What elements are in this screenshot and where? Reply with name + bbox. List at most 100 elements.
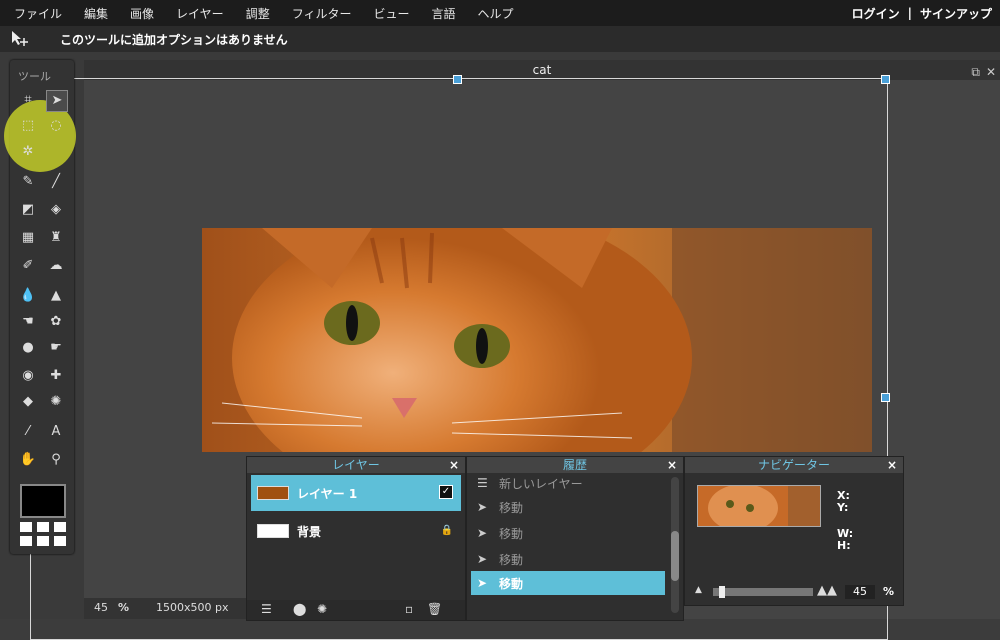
- smudge-icon[interactable]: ☚: [18, 312, 38, 332]
- trash-icon[interactable]: 🗑: [427, 602, 442, 616]
- hand-icon[interactable]: ✋: [18, 450, 38, 470]
- navigator-panel-title: ナビゲーター: [757, 458, 830, 472]
- color-replace-icon[interactable]: ✐: [18, 256, 38, 276]
- menu-image[interactable]: 画像: [130, 5, 154, 22]
- canvas-image[interactable]: [202, 228, 872, 452]
- menu-separator: |: [907, 6, 912, 20]
- history-panel: 履歴 × ☰ 新しいレイヤー ➤ 移動 ➤ 移動 ➤ 移動 ➤ 移動: [466, 456, 684, 621]
- layer-name: レイヤー 1: [297, 486, 358, 501]
- move-history-icon: ➤: [477, 526, 488, 540]
- layer-row-1[interactable]: レイヤー 1 ✓: [251, 475, 461, 511]
- history-item-move[interactable]: ➤ 移動: [471, 521, 665, 545]
- zoom-out-icon[interactable]: ▲: [695, 585, 702, 595]
- nav-h-label: H:: [837, 539, 851, 552]
- menu-edit[interactable]: 編集: [84, 5, 108, 22]
- text-icon[interactable]: A: [46, 422, 66, 442]
- sharpen-icon[interactable]: ▲: [46, 286, 66, 306]
- layer-thumbnail: [257, 524, 289, 538]
- history-item-move-selected[interactable]: ➤ 移動: [471, 571, 665, 595]
- new-layer-icon[interactable]: ▫: [405, 602, 413, 616]
- layers-footer: ☰ ⬤ ✺ ▫ 🗑: [247, 600, 465, 620]
- nav-zoom-input[interactable]: 45: [845, 585, 875, 599]
- history-label: 移動: [499, 500, 524, 515]
- new-layer-history-icon: ☰: [477, 476, 488, 490]
- history-item-move[interactable]: ➤ 移動: [471, 547, 665, 571]
- nav-y-label: Y:: [837, 501, 849, 514]
- document-titlebar[interactable]: cat ⧉ ✕: [84, 60, 1000, 80]
- menu-layer[interactable]: レイヤー: [176, 5, 224, 22]
- layer-name: 背景: [297, 524, 322, 539]
- wand-icon[interactable]: ✲: [18, 142, 38, 162]
- eraser-icon[interactable]: ◩: [18, 200, 38, 220]
- drop-icon[interactable]: 💧: [18, 286, 38, 306]
- layer-mask-icon[interactable]: ⬤: [293, 602, 306, 616]
- navigator-panel-titlebar[interactable]: ナビゲーター ×: [685, 457, 903, 473]
- restore-icon[interactable]: ⧉: [971, 62, 980, 82]
- close-icon[interactable]: ✕: [986, 62, 996, 82]
- layers-panel: レイヤー × レイヤー 1 ✓ 背景 🔒 ☰ ⬤ ✺ ▫ 🗑: [246, 456, 466, 621]
- brush-icon[interactable]: ╱: [46, 172, 66, 192]
- picker-icon[interactable]: ⁄: [18, 422, 38, 442]
- pinch-icon[interactable]: ✺: [46, 392, 66, 412]
- layer-visibility-checkbox[interactable]: ✓: [439, 485, 453, 499]
- history-item-move[interactable]: ➤ 移動: [471, 495, 665, 519]
- move-tool-icon: [10, 30, 30, 48]
- layers-panel-title: レイヤー: [332, 458, 380, 472]
- layer-style-icon[interactable]: ✺: [317, 602, 327, 616]
- lasso-icon[interactable]: ◌: [46, 116, 66, 136]
- toolbox: ツール ⌗ ➤ ⬚ ◌ ✲ ✎ ╱ ◩ ◈ ▦ ♜ ✐ ☁ 💧 ▲ ☚ ✿ ● …: [4, 60, 76, 554]
- navigator-close-icon[interactable]: ×: [887, 457, 897, 473]
- layer-row-background[interactable]: 背景 🔒: [251, 513, 461, 549]
- pencil-icon[interactable]: ✎: [18, 172, 38, 192]
- zoom-unit: %: [118, 601, 130, 614]
- history-item-new-layer[interactable]: ☰ 新しいレイヤー: [471, 471, 665, 495]
- menu-language[interactable]: 言語: [431, 5, 455, 22]
- menu-help[interactable]: ヘルプ: [478, 5, 514, 22]
- menu-adjust[interactable]: 調整: [246, 5, 270, 22]
- marquee-icon[interactable]: ⬚: [18, 116, 38, 136]
- menu-file[interactable]: ファイル: [14, 5, 62, 22]
- move-icon[interactable]: ➤: [46, 90, 68, 112]
- color-swatch[interactable]: [20, 484, 66, 518]
- sponge-icon[interactable]: ✿: [46, 312, 66, 332]
- menu-bar: ファイル 編集 画像 レイヤー 調整 フィルター ビュー 言語 ヘルプ ログイン…: [0, 0, 1000, 26]
- navigator-thumbnail[interactable]: [697, 485, 821, 527]
- nav-zoom-unit: %: [883, 585, 895, 598]
- history-label: 移動: [499, 552, 524, 567]
- options-bar: このツールに追加オプションはありません: [0, 26, 1000, 52]
- dodge-icon[interactable]: ●: [18, 338, 38, 358]
- menu-filter[interactable]: フィルター: [292, 5, 352, 22]
- zoom-slider[interactable]: [713, 586, 813, 598]
- zoom-icon[interactable]: ⚲: [46, 450, 66, 470]
- spot-heal-icon[interactable]: ✚: [46, 366, 66, 386]
- bloat-icon[interactable]: ◆: [18, 392, 38, 412]
- options-message: このツールに追加オプションはありません: [60, 33, 288, 47]
- zoom-slider-thumb[interactable]: [719, 586, 725, 598]
- history-close-icon[interactable]: ×: [667, 457, 677, 473]
- move-history-icon: ➤: [477, 500, 488, 514]
- redeye-icon[interactable]: ◉: [18, 366, 38, 386]
- zoom-in-icon[interactable]: ▲▲: [817, 583, 837, 598]
- document-title: cat: [532, 63, 552, 77]
- signup-link[interactable]: サインアップ: [920, 5, 992, 22]
- menu-view[interactable]: ビュー: [373, 5, 409, 22]
- layers-close-icon[interactable]: ×: [449, 457, 459, 473]
- history-panel-title: 履歴: [562, 458, 587, 472]
- toolbox-title: ツール: [18, 70, 51, 83]
- zoom-value[interactable]: 45: [94, 601, 108, 614]
- burn-icon[interactable]: ☛: [46, 338, 66, 358]
- layer-settings-icon[interactable]: ☰: [261, 602, 272, 616]
- gradient-icon[interactable]: ▦: [18, 228, 38, 248]
- lock-icon: 🔒: [440, 525, 453, 536]
- history-scroll-thumb[interactable]: [671, 531, 679, 581]
- login-link[interactable]: ログイン: [852, 5, 900, 22]
- history-label: 移動: [499, 576, 524, 591]
- bucket-icon[interactable]: ◈: [46, 200, 66, 220]
- history-label: 新しいレイヤー: [499, 476, 583, 491]
- layers-panel-titlebar[interactable]: レイヤー ×: [247, 457, 465, 473]
- quick-mask-grid-icon[interactable]: [20, 522, 66, 550]
- stamp-icon[interactable]: ♜: [46, 228, 66, 248]
- history-scrollbar[interactable]: [671, 477, 679, 613]
- draw-icon[interactable]: ☁: [46, 256, 66, 276]
- crop-icon[interactable]: ⌗: [18, 90, 38, 110]
